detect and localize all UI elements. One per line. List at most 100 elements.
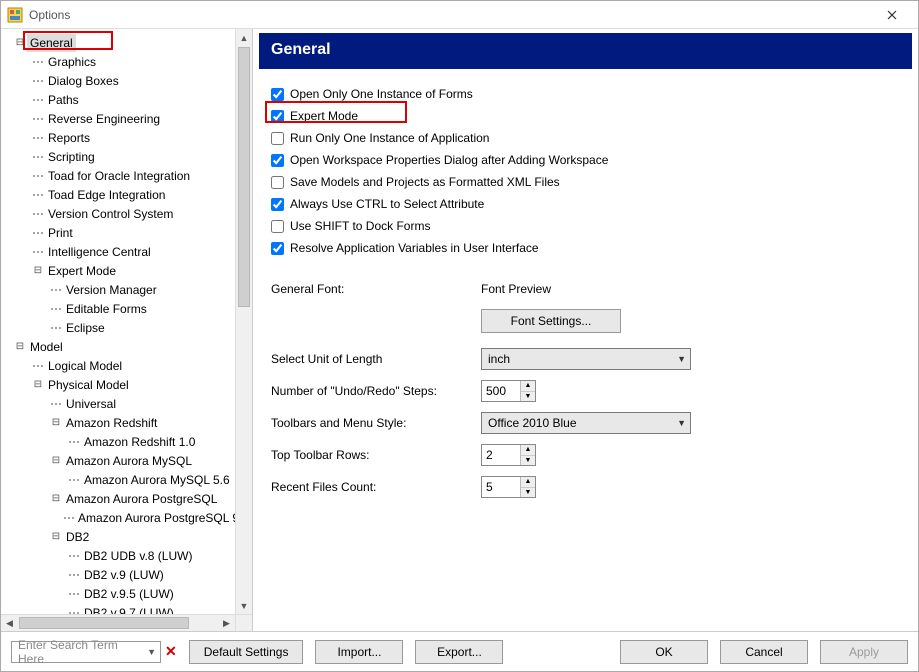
tree-item[interactable]: Reverse Engineering	[5, 109, 252, 128]
spin-down-icon[interactable]: ▼	[521, 392, 535, 402]
recent-stepper[interactable]: ▲▼	[481, 476, 536, 498]
style-select[interactable]: Office 2010 Blue ▼	[481, 412, 691, 434]
scroll-down-icon[interactable]: ▼	[236, 597, 252, 614]
tree-item-label: Amazon Redshift	[63, 414, 160, 432]
apply-button[interactable]: Apply	[820, 640, 908, 664]
tree-item[interactable]: Editable Forms	[5, 299, 252, 318]
tree-item-label: Amazon Redshift 1.0	[81, 433, 198, 451]
option-checkbox[interactable]	[271, 242, 284, 255]
tree-item[interactable]: Paths	[5, 90, 252, 109]
option-label: Run Only One Instance of Application	[290, 131, 489, 145]
option-checkbox[interactable]	[271, 198, 284, 211]
option-label: Use SHIFT to Dock Forms	[290, 219, 430, 233]
tree-item[interactable]: ⊟Physical Model	[5, 375, 252, 394]
tree-vscrollbar[interactable]: ▲ ▼	[235, 29, 252, 614]
scroll-up-icon[interactable]: ▲	[236, 29, 252, 46]
tree-item[interactable]: ⊟Model	[5, 337, 252, 356]
option-checkbox[interactable]	[271, 220, 284, 233]
close-button[interactable]	[872, 3, 912, 27]
search-placeholder: Enter Search Term Here	[18, 638, 147, 666]
tree-item[interactable]: Amazon Redshift 1.0	[5, 432, 252, 451]
tree-item[interactable]: Logical Model	[5, 356, 252, 375]
ok-button[interactable]: OK	[620, 640, 708, 664]
collapse-icon[interactable]: ⊟	[13, 36, 27, 50]
settings-panel: General Open Only One Instance of FormsE…	[253, 29, 918, 631]
scroll-left-icon[interactable]: ◀	[1, 615, 18, 631]
option-checkbox[interactable]	[271, 132, 284, 145]
tree-item[interactable]: ⊟Expert Mode	[5, 261, 252, 280]
collapse-icon[interactable]: ⊟	[49, 492, 63, 506]
tree-item[interactable]: Intelligence Central	[5, 242, 252, 261]
export-button[interactable]: Export...	[415, 640, 503, 664]
tree-item-label: Amazon Aurora PostgreSQL 9.5	[75, 509, 252, 527]
collapse-icon[interactable]: ⊟	[49, 416, 63, 430]
collapse-icon[interactable]: ⊟	[31, 264, 45, 278]
tree-item[interactable]: DB2 v.9 (LUW)	[5, 565, 252, 584]
collapse-icon[interactable]: ⊟	[31, 378, 45, 392]
cancel-button[interactable]: Cancel	[720, 640, 808, 664]
tree-item[interactable]: DB2 v.9.5 (LUW)	[5, 584, 252, 603]
category-tree[interactable]: ⊟GeneralGraphicsDialog BoxesPathsReverse…	[1, 29, 252, 631]
collapse-icon[interactable]: ⊟	[13, 340, 27, 354]
tree-item[interactable]: Amazon Aurora PostgreSQL 9.5	[5, 508, 252, 527]
spin-up-icon[interactable]: ▲	[521, 445, 535, 456]
recent-value[interactable]	[482, 477, 520, 497]
collapse-icon[interactable]: ⊟	[49, 530, 63, 544]
option-checkbox-row: Resolve Application Variables in User In…	[271, 237, 912, 259]
tree-item[interactable]: Scripting	[5, 147, 252, 166]
tree-item-label: General	[27, 34, 76, 52]
tree-hscrollbar[interactable]: ◀ ▶	[1, 614, 235, 631]
tree-item-label: Reports	[45, 129, 93, 147]
style-label: Toolbars and Menu Style:	[271, 416, 481, 430]
tree-item-label: Version Control System	[45, 205, 176, 223]
tree-item[interactable]: Reports	[5, 128, 252, 147]
collapse-icon[interactable]: ⊟	[49, 454, 63, 468]
spin-down-icon[interactable]: ▼	[521, 488, 535, 498]
tree-item-label: Model	[27, 338, 66, 356]
tree-item[interactable]: Universal	[5, 394, 252, 413]
undo-stepper[interactable]: ▲▼	[481, 380, 536, 402]
spin-up-icon[interactable]: ▲	[521, 477, 535, 488]
style-value: Office 2010 Blue	[488, 416, 577, 430]
tree-item[interactable]: Toad for Oracle Integration	[5, 166, 252, 185]
spin-up-icon[interactable]: ▲	[521, 381, 535, 392]
default-settings-button[interactable]: Default Settings	[189, 640, 304, 664]
tree-item-label: Paths	[45, 91, 82, 109]
tree-item[interactable]: DB2 UDB v.8 (LUW)	[5, 546, 252, 565]
tree-item[interactable]: ⊟Amazon Aurora PostgreSQL	[5, 489, 252, 508]
tree-item[interactable]: Dialog Boxes	[5, 71, 252, 90]
tree-item[interactable]: Amazon Aurora MySQL 5.6	[5, 470, 252, 489]
toprows-stepper[interactable]: ▲▼	[481, 444, 536, 466]
import-button[interactable]: Import...	[315, 640, 403, 664]
leaf-icon	[62, 511, 75, 525]
tree-item[interactable]: ⊟DB2	[5, 527, 252, 546]
scroll-right-icon[interactable]: ▶	[218, 615, 235, 631]
tree-item[interactable]: Version Manager	[5, 280, 252, 299]
tree-item[interactable]: ⊟General	[5, 33, 252, 52]
tree-item[interactable]: Eclipse	[5, 318, 252, 337]
chevron-down-icon: ▼	[677, 418, 686, 428]
unit-select[interactable]: inch ▼	[481, 348, 691, 370]
option-checkbox[interactable]	[271, 110, 284, 123]
tree-item-label: Scripting	[45, 148, 98, 166]
clear-search-icon[interactable]: ✕	[165, 643, 177, 660]
option-checkbox[interactable]	[271, 176, 284, 189]
tree-item[interactable]: ⊟Amazon Aurora MySQL	[5, 451, 252, 470]
spin-down-icon[interactable]: ▼	[521, 456, 535, 466]
option-checkbox[interactable]	[271, 154, 284, 167]
leaf-icon	[31, 55, 45, 69]
tree-item[interactable]: Toad Edge Integration	[5, 185, 252, 204]
search-input[interactable]: Enter Search Term Here ▼	[11, 641, 161, 663]
hscroll-thumb[interactable]	[19, 617, 189, 629]
font-settings-button[interactable]: Font Settings...	[481, 309, 621, 333]
undo-value[interactable]	[482, 381, 520, 401]
option-label: Always Use CTRL to Select Attribute	[290, 197, 484, 211]
leaf-icon	[31, 245, 45, 259]
toprows-value[interactable]	[482, 445, 520, 465]
option-checkbox[interactable]	[271, 88, 284, 101]
tree-item[interactable]: Graphics	[5, 52, 252, 71]
tree-item[interactable]: ⊟Amazon Redshift	[5, 413, 252, 432]
scroll-thumb[interactable]	[238, 47, 250, 307]
tree-item[interactable]: Version Control System	[5, 204, 252, 223]
tree-item[interactable]: Print	[5, 223, 252, 242]
